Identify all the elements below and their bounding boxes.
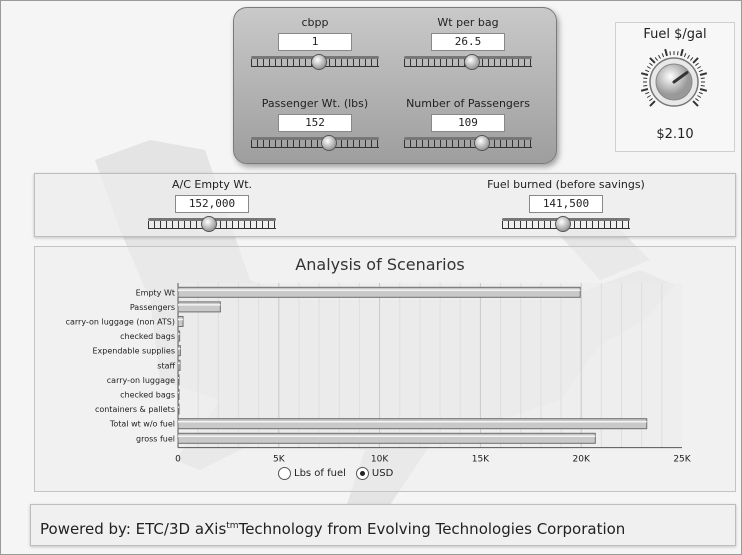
category-label: Empty Wt — [136, 288, 175, 297]
category-label: carry-on luggage (non ATS) — [66, 318, 175, 327]
x-tick-label: 20K — [573, 455, 591, 465]
category-label: containers & pallets — [95, 405, 175, 414]
bar — [177, 316, 184, 327]
x-tick-label: 25K — [673, 455, 691, 465]
bar — [177, 359, 181, 371]
bar — [177, 345, 181, 357]
category-label: Passengers — [130, 303, 175, 312]
bar — [177, 389, 180, 400]
bar — [177, 330, 181, 342]
footer-suffix: Technology from Evolving Technologies Co… — [238, 520, 626, 538]
bar — [177, 374, 180, 386]
radio-button-icon[interactable] — [278, 467, 291, 480]
bar — [177, 301, 221, 313]
category-label: checked bags — [120, 391, 175, 400]
footer-prefix: Powered by: ETC/3D aXis — [40, 520, 227, 538]
radio-button-icon[interactable] — [355, 467, 369, 480]
category-label: Expendable supplies — [92, 347, 175, 356]
radio-usd-label: USD — [371, 468, 394, 479]
bar — [177, 432, 596, 444]
bar — [177, 403, 180, 415]
x-tick-label: 5K — [273, 455, 286, 465]
footer-trademark: tm — [226, 521, 239, 531]
x-tick-label: 0 — [175, 455, 181, 465]
radio-lbs-of-fuel[interactable]: Lbs of fuel — [278, 467, 346, 480]
units-radio-group: Lbs of fuel USD — [278, 467, 403, 480]
category-label: staff — [157, 361, 175, 370]
category-label: checked bags — [120, 332, 175, 341]
category-label: gross fuel — [136, 434, 175, 443]
bar — [177, 418, 648, 430]
bar — [177, 286, 581, 298]
x-tick-label: 15K — [472, 455, 490, 465]
category-label: carry-on luggage — [107, 376, 175, 385]
x-tick-label: 10K — [371, 455, 389, 465]
radio-usd[interactable]: USD — [355, 467, 394, 480]
radio-lbs-label: Lbs of fuel — [294, 468, 346, 479]
footer-banner: Powered by: ETC/3D aXistmTechnology from… — [30, 504, 736, 546]
category-label: Total wt w/o fuel — [109, 420, 175, 429]
